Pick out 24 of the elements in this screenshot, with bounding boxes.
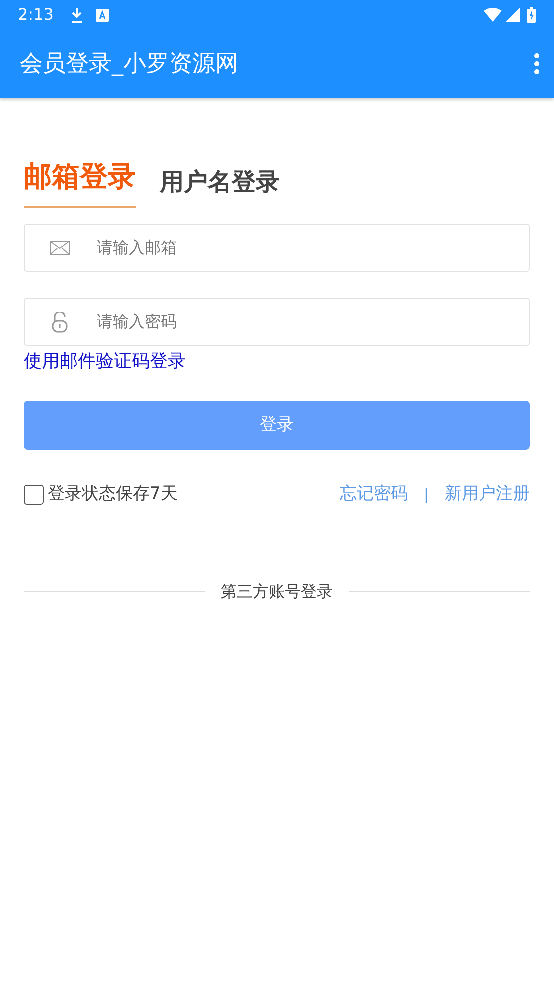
register-link[interactable]: 新用户注册	[445, 482, 530, 508]
lock-icon	[52, 312, 68, 332]
login-tab[interactable]: 邮箱登录	[24, 156, 136, 208]
section-heading: 第三方账号登录	[221, 580, 333, 602]
mail-icon	[50, 241, 70, 255]
link-separator: |	[424, 484, 429, 506]
code-login-link[interactable]: 使用邮件验证码登录	[24, 351, 186, 372]
input-field[interactable]: 请输入邮箱	[24, 224, 530, 272]
wifi-icon	[484, 8, 502, 22]
password-field[interactable]: 请输入密码	[95, 299, 529, 345]
app-title: 会员登录_小罗资源网	[20, 50, 238, 79]
input-field[interactable]: 请输入密码	[24, 298, 530, 346]
login-button[interactable]: 登录	[24, 401, 530, 450]
forgot-password-link[interactable]: 忘记密码	[340, 482, 408, 508]
login-tab[interactable]: 用户名登录	[160, 164, 280, 208]
battery-icon	[527, 7, 536, 23]
remember-label: 登录状态保存7天	[48, 483, 178, 506]
status-time: 2:13	[18, 4, 54, 26]
more-icon[interactable]	[534, 53, 540, 75]
notification-icon	[96, 8, 109, 22]
signal-icon	[506, 8, 520, 22]
download-icon	[70, 7, 84, 23]
remember-checkbox[interactable]	[24, 484, 44, 505]
email-field[interactable]: 请输入邮箱	[95, 225, 529, 271]
